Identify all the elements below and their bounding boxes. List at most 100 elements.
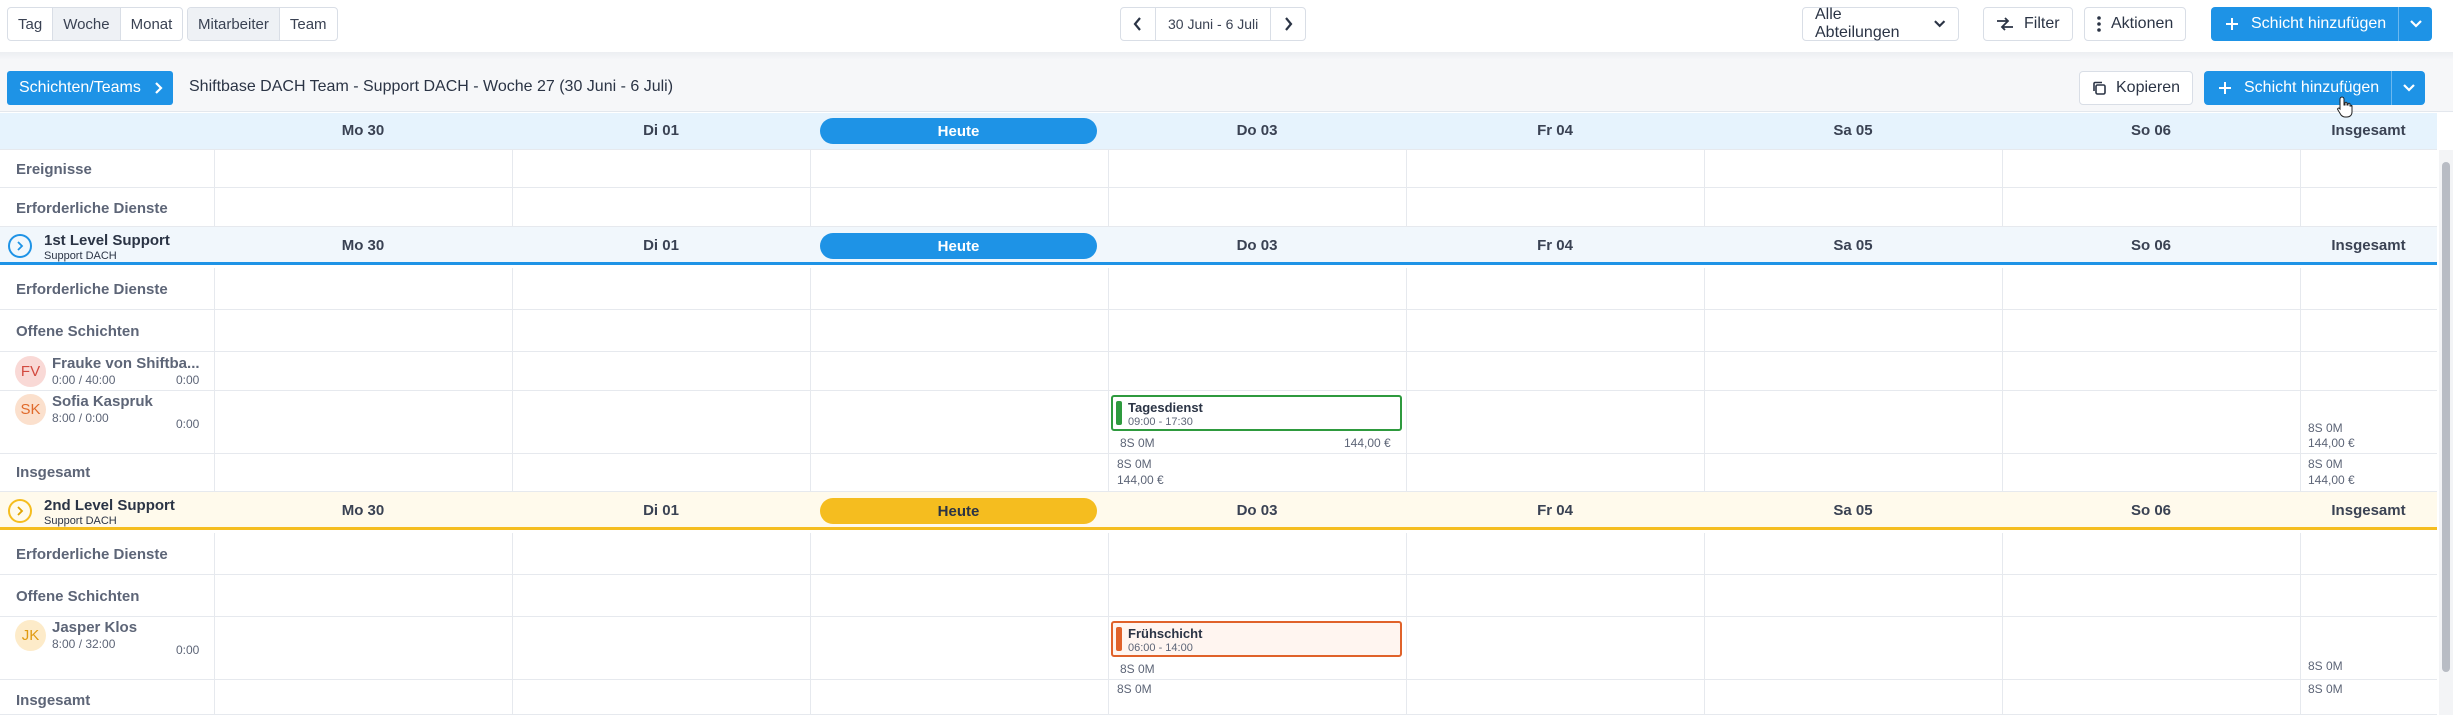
filter-icon bbox=[1997, 17, 2013, 31]
group-switcher: Mitarbeiter Team bbox=[187, 7, 338, 41]
day-total-hours: 8S 0M bbox=[1117, 457, 1152, 471]
add-shift-dropdown[interactable] bbox=[2398, 7, 2432, 41]
schedule-title: Shiftbase DACH Team - Support DACH - Woc… bbox=[189, 78, 674, 95]
date-navigator: 30 Juni - 6 Juli bbox=[1120, 7, 1307, 41]
grid-cell-divider bbox=[2300, 352, 2301, 390]
day-header-tue: Di 01 bbox=[643, 122, 679, 139]
grid-cell-divider bbox=[512, 391, 513, 453]
copy-icon bbox=[2093, 81, 2106, 95]
add-shift-secondary-label: Schicht hinzufügen bbox=[2244, 79, 2380, 96]
employee-row[interactable]: FV Frauke von Shiftba... 0:00 / 40:00 0:… bbox=[0, 352, 2437, 391]
grid-cell-divider bbox=[2300, 680, 2301, 714]
employee-value: 0:00 bbox=[176, 643, 200, 657]
grid-cell-divider bbox=[2300, 188, 2301, 226]
day-header-thu: Do 03 bbox=[1236, 122, 1278, 139]
plus-icon bbox=[2219, 82, 2231, 94]
grid-cell-divider bbox=[1704, 391, 1705, 453]
avatar: FV bbox=[15, 356, 46, 387]
grid-cell-divider bbox=[214, 391, 215, 453]
shift-time: 06:00 - 14:00 bbox=[1128, 642, 1193, 654]
chevron-down-icon bbox=[2409, 20, 2422, 28]
day-header-today: Heute bbox=[820, 118, 1097, 144]
grid-cell-divider bbox=[2300, 533, 2301, 574]
add-shift-button-secondary[interactable]: Schicht hinzufügen bbox=[2204, 71, 2426, 105]
grid-cell-divider bbox=[1704, 352, 1705, 390]
employee-row[interactable]: JK Jasper Klos 8:00 / 32:00 0:00 Frühsch… bbox=[0, 617, 2437, 680]
team1-total-row: Insgesamt 8S 0M 144,00 € 8S 0M 144,00 € bbox=[0, 454, 2437, 492]
employee-total-hours: 8S 0M bbox=[2308, 421, 2343, 435]
add-shift-secondary-dropdown[interactable] bbox=[2391, 71, 2425, 105]
grid-cell-divider bbox=[2002, 310, 2003, 351]
grid-cell-divider bbox=[2002, 150, 2003, 187]
employee-hours: 8:00 / 32:00 bbox=[52, 637, 116, 651]
breadcrumb-schedule-teams[interactable]: Schichten/Teams bbox=[7, 71, 173, 105]
grid-cell-divider bbox=[1704, 150, 1705, 187]
filter-button[interactable]: Filter bbox=[1983, 7, 2073, 41]
day-header-thu: Do 03 bbox=[1236, 502, 1278, 519]
shift-card[interactable]: Tagesdienst 09:00 - 17:30 bbox=[1111, 395, 1402, 431]
grid-cell-divider bbox=[1406, 352, 1407, 390]
chevron-right-icon bbox=[17, 241, 24, 251]
grid-cell-divider bbox=[1406, 680, 1407, 714]
actions-button[interactable]: Aktionen bbox=[2084, 7, 2187, 41]
grid-cell-divider bbox=[2300, 150, 2301, 187]
day-header-tue: Di 01 bbox=[643, 502, 679, 519]
shift-color-bar bbox=[1116, 627, 1122, 651]
grid-cell-divider bbox=[1406, 188, 1407, 226]
team2-total-row: Insgesamt 8S 0M 8S 0M bbox=[0, 680, 2437, 715]
team-subtitle: Support DACH bbox=[44, 250, 117, 262]
shift-name: Tagesdienst bbox=[1128, 400, 1203, 415]
grid-cell-divider bbox=[2002, 680, 2003, 714]
grid-cell-divider bbox=[2300, 268, 2301, 309]
group-tab-team[interactable]: Team bbox=[280, 8, 337, 40]
avatar: SK bbox=[15, 394, 46, 425]
day-total-cost: 144,00 € bbox=[1117, 473, 1164, 487]
grid-cell-divider bbox=[1108, 454, 1109, 491]
grid-cell-divider bbox=[214, 352, 215, 390]
add-shift-main[interactable]: Schicht hinzufügen bbox=[2211, 7, 2398, 41]
day-header-fri: Fr 04 bbox=[1537, 237, 1573, 254]
day-header-tue: Di 01 bbox=[643, 237, 679, 254]
grid-cell-divider bbox=[512, 575, 513, 616]
next-week-button[interactable] bbox=[1271, 8, 1305, 40]
day-header-total: Insgesamt bbox=[2331, 237, 2406, 254]
employee-hours: 0:00 / 40:00 bbox=[52, 373, 116, 387]
vertical-scrollbar[interactable] bbox=[2439, 150, 2453, 715]
grid-cell-divider bbox=[1406, 533, 1407, 574]
scrollbar-thumb[interactable] bbox=[2442, 162, 2450, 672]
grid-cell-divider bbox=[1406, 575, 1407, 616]
view-tab-week[interactable]: Woche bbox=[53, 8, 121, 40]
day-header-mon: Mo 30 bbox=[341, 122, 385, 139]
date-range[interactable]: 30 Juni - 6 Juli bbox=[1155, 8, 1272, 40]
team-expand-toggle[interactable] bbox=[8, 234, 32, 258]
chevron-right-icon bbox=[1285, 17, 1293, 31]
shift-card[interactable]: Frühschicht 06:00 - 14:00 bbox=[1111, 621, 1402, 657]
grid-cell-divider bbox=[214, 533, 215, 574]
chevron-right-icon bbox=[17, 506, 24, 516]
grid-cell-divider bbox=[512, 680, 513, 714]
add-shift-label: Schicht hinzufügen bbox=[2251, 15, 2387, 32]
grid-cell-divider bbox=[1108, 680, 1109, 714]
add-shift-secondary-main[interactable]: Schicht hinzufügen bbox=[2204, 71, 2391, 105]
group-tab-employees[interactable]: Mitarbeiter bbox=[188, 8, 280, 40]
copy-button[interactable]: Kopieren bbox=[2079, 71, 2194, 105]
grid-cell-divider bbox=[1108, 391, 1109, 453]
grid-cell-divider bbox=[810, 391, 811, 453]
toolbar-divider bbox=[0, 52, 2453, 60]
required-row: Erforderliche Dienste bbox=[0, 188, 2437, 227]
required-label: Erforderliche Dienste bbox=[16, 200, 168, 217]
day-header-row: Mo 30 Di 01 Heute Do 03 Fr 04 Sa 05 So 0… bbox=[0, 113, 2437, 150]
view-tab-month[interactable]: Monat bbox=[121, 8, 183, 40]
department-select[interactable]: Alle Abteilungen bbox=[1802, 6, 1959, 41]
grid-cell-divider bbox=[2300, 454, 2301, 491]
prev-week-button[interactable] bbox=[1121, 8, 1155, 40]
team-name: 2nd Level Support bbox=[44, 497, 175, 514]
day-header-today: Heute bbox=[820, 498, 1097, 524]
add-shift-button[interactable]: Schicht hinzufügen bbox=[2211, 7, 2433, 41]
employee-value: 0:00 bbox=[176, 417, 200, 431]
grid-cell-divider bbox=[214, 268, 215, 309]
team-expand-toggle[interactable] bbox=[8, 499, 32, 523]
employee-row[interactable]: SK Sofia Kaspruk 8:00 / 0:00 0:00 Tagesd… bbox=[0, 391, 2437, 454]
team-name: 1st Level Support bbox=[44, 232, 170, 249]
view-tab-day[interactable]: Tag bbox=[8, 8, 54, 40]
